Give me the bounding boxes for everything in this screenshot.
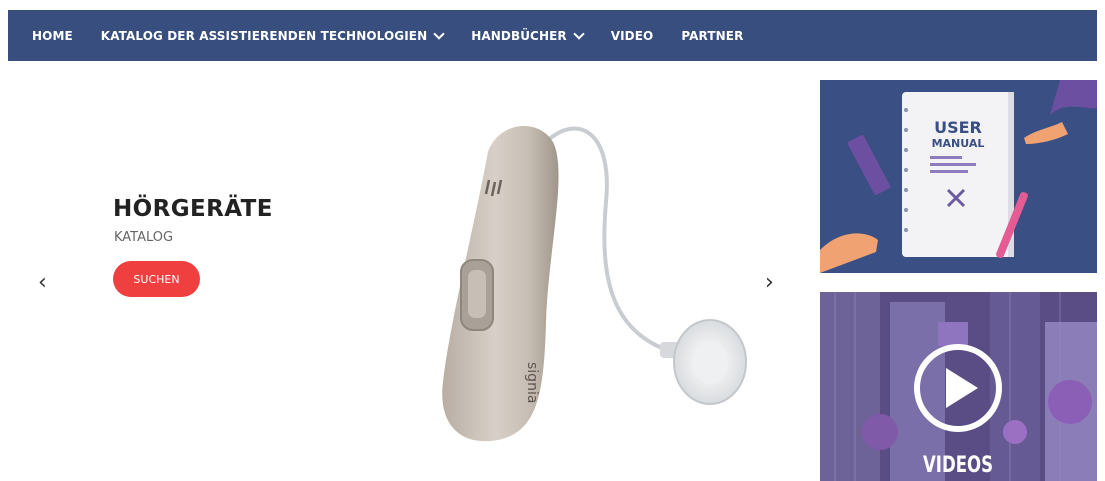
nav-item-label: HANDBÜCHER — [471, 28, 567, 43]
main-navigation: HOME KATALOG DER ASSISTIERENDEN TECHNOLO… — [8, 10, 1097, 61]
nav-item-home[interactable]: HOME — [8, 29, 87, 43]
product-brand-text: signia — [524, 362, 540, 403]
nav-item-label: VIDEO — [610, 28, 654, 43]
nav-item-handbuecher[interactable]: HANDBÜCHER — [457, 28, 597, 43]
nav-item-video[interactable]: VIDEO — [597, 29, 668, 43]
videos-illustration: VIDEOS — [820, 292, 1097, 481]
manual-line2-text: MANUAL — [932, 137, 985, 150]
hero-slider: ‹ › HÖRGERÄTE KATALOG SUCHEN signia — [8, 78, 808, 481]
nav-item-label: PARTNER — [681, 28, 744, 43]
videos-card[interactable]: VIDEOS — [820, 292, 1097, 481]
slide-subtitle: KATALOG — [114, 230, 174, 245]
slide-title: HÖRGERÄTE — [113, 196, 273, 222]
videos-label: VIDEOS — [923, 453, 993, 478]
nav-item-label: KATALOG DER ASSISTIERENDEN TECHNOLOGIEN — [100, 28, 428, 43]
user-manual-card[interactable]: USER MANUAL — [820, 80, 1097, 273]
slider-prev-arrow-icon[interactable]: ‹ — [38, 270, 47, 295]
chevron-down-icon — [573, 28, 585, 40]
search-button[interactable]: SUCHEN — [113, 261, 200, 297]
user-manual-illustration: USER MANUAL — [820, 80, 1097, 273]
manual-line1-text: USER — [934, 118, 982, 137]
chevron-down-icon — [433, 28, 445, 40]
hearing-aid-image: signia — [442, 125, 747, 442]
nav-item-label: HOME — [32, 28, 73, 43]
nav-item-partner[interactable]: PARTNER — [667, 29, 757, 43]
nav-item-katalog[interactable]: KATALOG DER ASSISTIERENDEN TECHNOLOGIEN — [87, 28, 457, 43]
